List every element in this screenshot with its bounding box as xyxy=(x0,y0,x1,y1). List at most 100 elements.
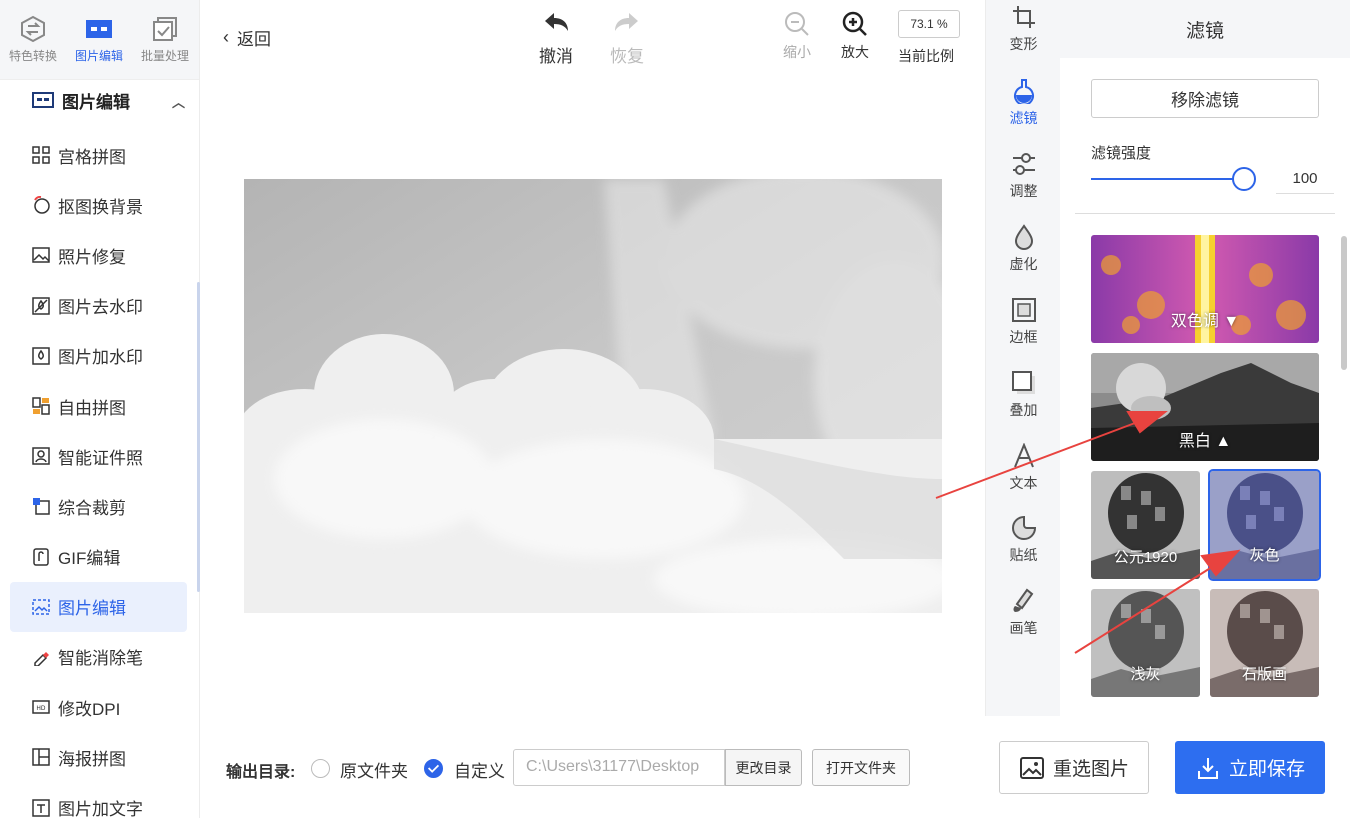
grid-icon xyxy=(32,146,50,164)
radio-custom-folder[interactable] xyxy=(424,759,443,778)
menu-item[interactable]: GIF编辑 xyxy=(10,532,187,582)
menu-item[interactable]: 图片加水印 xyxy=(10,331,187,381)
tool-text[interactable]: 文本 xyxy=(986,443,1061,493)
chevron-up-icon[interactable]: ︿ xyxy=(172,92,185,111)
menu-label: 图片去水印 xyxy=(58,298,143,318)
tool-blur[interactable]: 虚化 xyxy=(986,224,1061,274)
top-nav: 特色转换 图片编辑 批量处理 xyxy=(0,0,199,80)
output-path-field[interactable]: C:\Users\31177\Desktop xyxy=(513,749,725,786)
tool-sticker[interactable]: 贴纸 xyxy=(986,515,1061,565)
menu-label: GIF编辑 xyxy=(58,549,121,569)
strength-slider-track[interactable] xyxy=(1091,178,1243,180)
tool-filter[interactable]: 滤镜 xyxy=(986,78,1061,128)
radio-original-folder[interactable] xyxy=(311,759,330,778)
undo-label: 撤消 xyxy=(539,47,573,66)
menu-label: 照片修复 xyxy=(58,247,126,267)
menu-item[interactable]: 智能消除笔 xyxy=(10,632,187,682)
zoom-out-icon xyxy=(785,12,809,36)
menu-item[interactable]: 图片去水印 xyxy=(10,281,187,331)
filter-duotone[interactable]: 双色调 ▼ xyxy=(1091,235,1319,343)
cloud-photo xyxy=(244,179,942,613)
zoom-value-box[interactable]: 73.1 % xyxy=(898,10,960,38)
zoom-out-button[interactable]: 缩小 xyxy=(783,10,811,62)
section-header[interactable]: 图片编辑 ︿ xyxy=(0,80,199,120)
add-text-icon xyxy=(32,798,50,817)
chevron-left-icon: ‹ xyxy=(223,27,229,47)
tool-label: 贴纸 xyxy=(1009,547,1038,563)
menu-label: 修改DPI xyxy=(58,699,121,719)
tool-transform[interactable]: 变形 xyxy=(986,4,1061,54)
nav-label: 图片编辑 xyxy=(74,49,123,63)
filter-panel: 滤镜 移除滤镜 滤镜强度 100 双色调 ▼ 黑白 ▲ 公元1920 灰色 浅灰… xyxy=(1060,0,1350,716)
menu-item[interactable]: 宫格拼图 xyxy=(10,130,187,180)
image-edit-icon xyxy=(86,20,112,38)
nav-image-edit[interactable]: 图片编辑 xyxy=(66,0,132,79)
menu-item-active[interactable]: 图片编辑 xyxy=(10,581,187,632)
menu-item[interactable]: 照片修复 xyxy=(10,230,187,280)
menu-item[interactable]: 综合裁剪 xyxy=(10,481,187,531)
gif-icon xyxy=(33,547,49,566)
back-button[interactable]: ‹ 返回 xyxy=(223,25,271,50)
remove-watermark-icon xyxy=(32,296,50,315)
tool-label: 边框 xyxy=(1009,329,1038,345)
blur-drop-icon xyxy=(1014,224,1033,250)
tool-brush[interactable]: 画笔 xyxy=(986,588,1061,638)
image-canvas[interactable] xyxy=(244,179,942,613)
menu-item[interactable]: 自由拼图 xyxy=(10,381,187,431)
nav-feature-convert[interactable]: 特色转换 xyxy=(0,0,66,79)
menu-item[interactable]: 图片加文字 xyxy=(10,782,187,818)
filter-gray-selected[interactable]: 灰色 xyxy=(1208,469,1321,581)
tool-adjust[interactable]: 调整 xyxy=(986,151,1061,201)
filter-1920[interactable]: 公元1920 xyxy=(1091,471,1200,579)
save-label: 立即保存 xyxy=(1228,759,1305,780)
filter-panel-scrollbar[interactable] xyxy=(1341,236,1347,370)
menu-item[interactable]: HD 修改DPI xyxy=(10,682,187,732)
tool-overlay[interactable]: 叠加 xyxy=(986,370,1061,420)
open-folder-button[interactable]: 打开文件夹 xyxy=(812,749,910,786)
redo-icon xyxy=(615,13,638,31)
zoom-out-label: 缩小 xyxy=(783,44,811,60)
strength-slider-knob[interactable] xyxy=(1232,167,1256,191)
redo-button[interactable]: 恢复 xyxy=(610,10,644,67)
nav-batch[interactable]: 批量处理 xyxy=(132,0,198,79)
filter-label: 灰色 xyxy=(1249,547,1280,564)
divider xyxy=(1075,213,1335,214)
caret-up-icon: ▲ xyxy=(1215,433,1232,450)
change-dir-button[interactable]: 更改目录 xyxy=(725,749,802,786)
menu-item[interactable]: 抠图换背景 xyxy=(10,180,187,230)
menu-label: 图片编辑 xyxy=(58,599,126,619)
zoom-in-button[interactable]: 放大 xyxy=(841,10,869,62)
filter-black-white[interactable]: 黑白 ▲ xyxy=(1091,353,1319,461)
tool-menu: 宫格拼图 抠图换背景 照片修复 图片去水印 图片加水印 自由拼图 智能证件照 综… xyxy=(0,130,199,818)
redo-label: 恢复 xyxy=(610,47,644,66)
tool-frame[interactable]: 边框 xyxy=(986,297,1061,347)
save-now-button[interactable]: 立即保存 xyxy=(1175,741,1325,794)
tool-label: 调整 xyxy=(1009,183,1038,199)
menu-item[interactable]: 海报拼图 xyxy=(10,732,187,782)
collage-icon xyxy=(32,397,50,415)
nav-label: 特色转换 xyxy=(8,49,57,63)
tool-column: 变形 滤镜 调整 虚化 边框 叠加 文本 贴纸 画笔 xyxy=(985,0,1060,716)
reselect-image-button[interactable]: 重选图片 xyxy=(999,741,1149,794)
filter-lithograph[interactable]: 石版画 xyxy=(1210,589,1319,697)
menu-label: 智能消除笔 xyxy=(58,649,143,669)
menu-item[interactable]: 智能证件照 xyxy=(10,431,187,481)
image-icon xyxy=(1019,756,1044,779)
menu-label: 抠图换背景 xyxy=(58,197,143,217)
undo-button[interactable]: 撤消 xyxy=(539,10,573,67)
strength-value-field[interactable]: 100 xyxy=(1276,166,1334,194)
id-photo-icon xyxy=(32,447,50,465)
filter-flask-icon xyxy=(1013,79,1034,104)
crop-icon xyxy=(33,498,50,516)
batch-icon xyxy=(153,17,177,41)
filter-light-gray[interactable]: 浅灰 xyxy=(1091,589,1200,697)
check-icon xyxy=(427,764,440,773)
zoom-in-label: 放大 xyxy=(841,44,869,60)
reselect-label: 重选图片 xyxy=(1052,759,1129,780)
remove-filter-button[interactable]: 移除滤镜 xyxy=(1091,79,1319,118)
back-label: 返回 xyxy=(237,30,271,49)
sidebar-scrollbar[interactable] xyxy=(197,282,200,592)
radio-custom-label: 自定义 xyxy=(454,762,505,781)
caret-down-icon: ▼ xyxy=(1223,313,1240,330)
text-icon xyxy=(1013,443,1034,468)
